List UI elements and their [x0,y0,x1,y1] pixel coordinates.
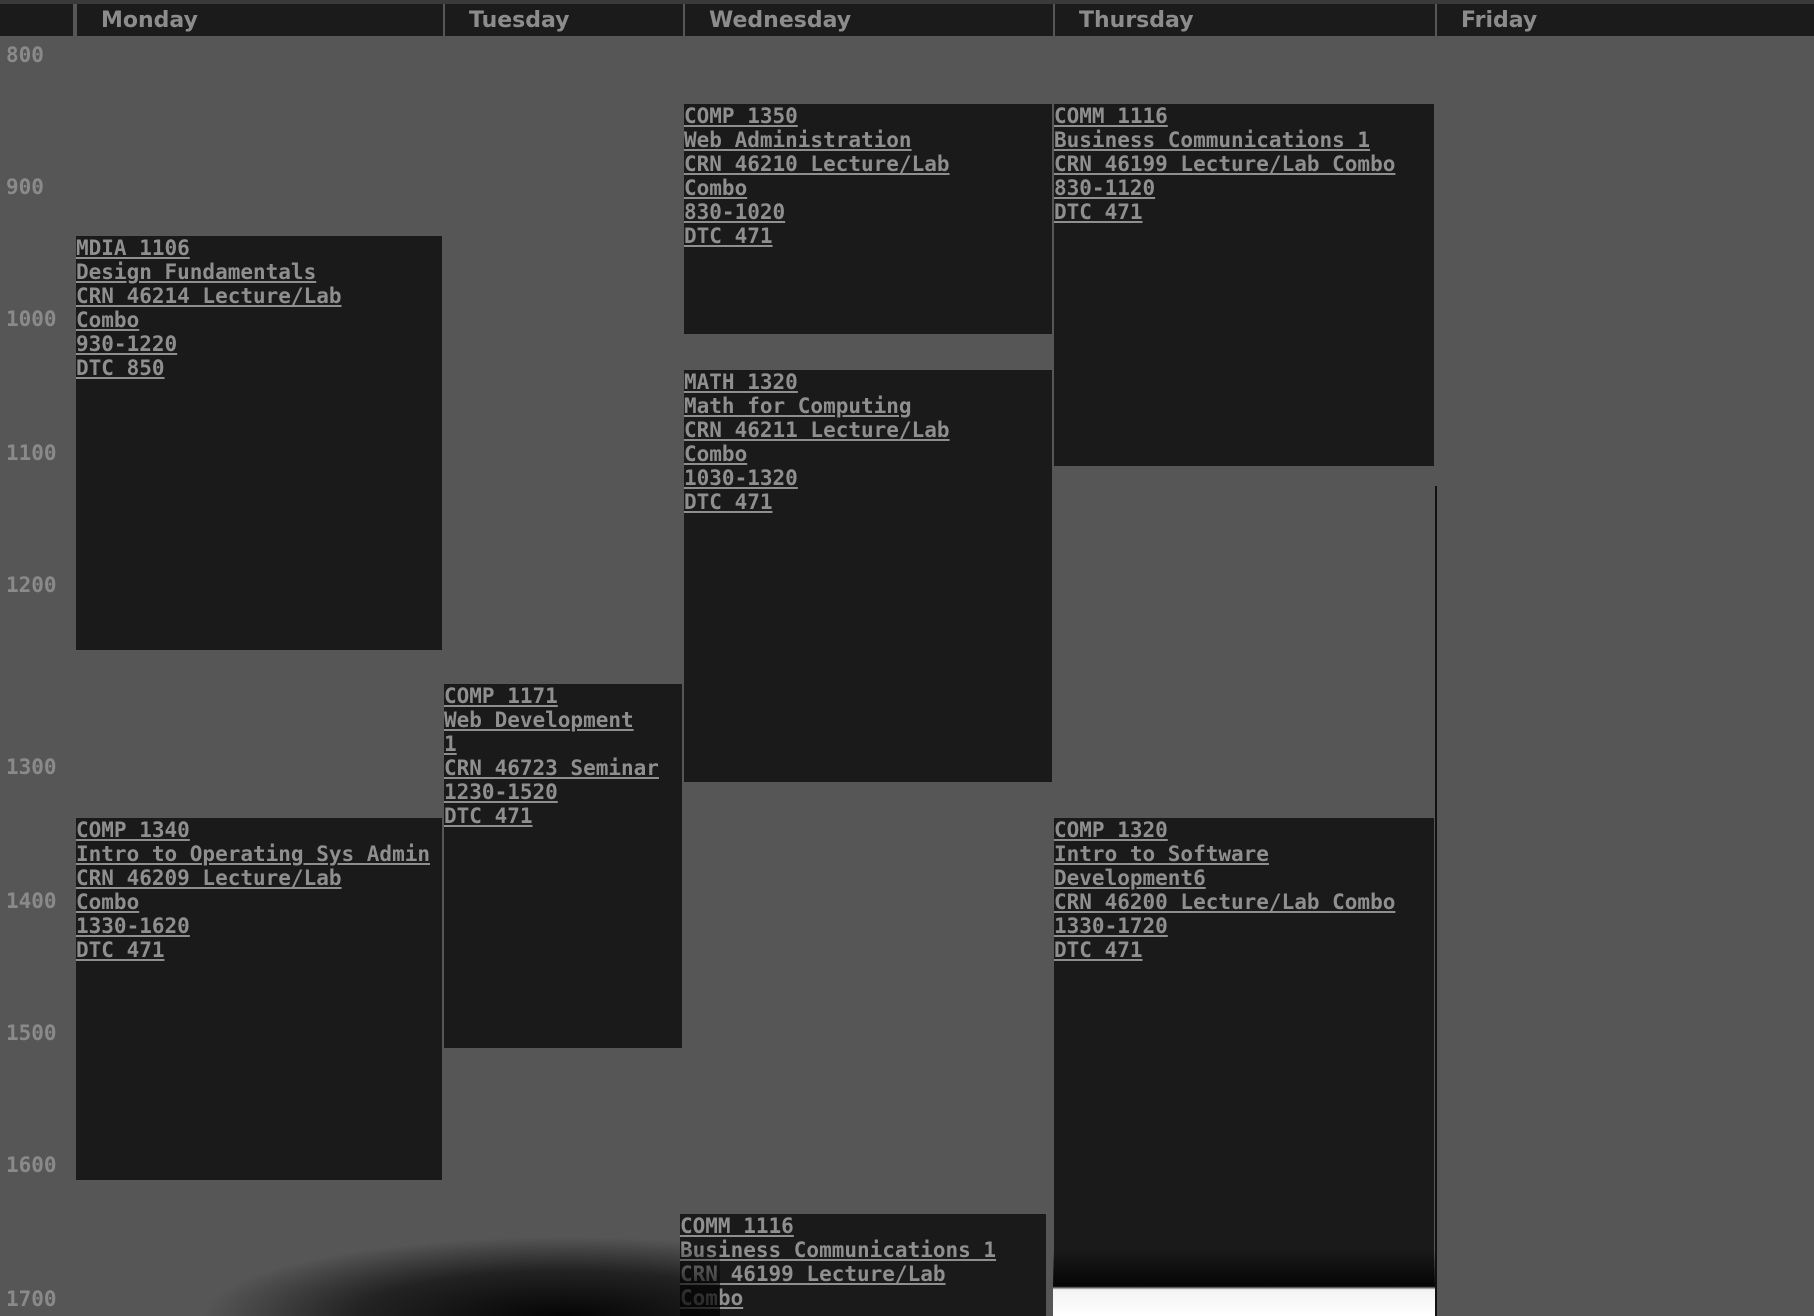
event-comp-1320[interactable]: COMP 1320 Intro to Software Development6… [1054,818,1434,1316]
event-time[interactable]: 830-1120 [1054,176,1434,200]
event-course-title[interactable]: Business Communications 1 [1054,128,1434,152]
event-room[interactable]: DTC 850 [76,356,442,380]
event-course-title-cont[interactable]: Development6 [1054,866,1434,890]
event-room[interactable]: DTC 471 [444,804,682,828]
time-column-header [0,4,75,36]
time-label-1100: 1100 [6,441,57,465]
event-time[interactable]: 830-1020 [684,200,1052,224]
event-course-code[interactable]: COMP 1171 [444,684,682,708]
event-course-code[interactable]: COMM 1116 [1054,104,1434,128]
event-course-code[interactable]: COMM 1116 [680,1214,1046,1238]
event-crn[interactable]: CRN 46199 Lecture/Lab [680,1262,1046,1286]
event-time[interactable]: 1330-1720 [1054,914,1434,938]
event-comp-1171[interactable]: COMP 1171 Web Development 1 CRN 46723 Se… [444,684,682,1048]
event-crn-cont[interactable]: Combo [76,890,442,914]
drag-shadow-overlay [200,1236,720,1316]
event-room[interactable]: DTC 471 [1054,200,1434,224]
event-course-title[interactable]: Design Fundamentals [76,260,442,284]
event-mdia-1106[interactable]: MDIA 1106 Design Fundamentals CRN 46214 … [76,236,442,650]
day-header-friday: Friday [1435,4,1814,36]
event-time[interactable]: 1330-1620 [76,914,442,938]
event-crn[interactable]: CRN 46210 Lecture/Lab [684,152,1052,176]
time-label-1500: 1500 [6,1021,57,1045]
time-label-1700: 1700 [6,1287,57,1311]
time-label-1400: 1400 [6,889,57,913]
event-course-code[interactable]: MDIA 1106 [76,236,442,260]
day-header-monday: Monday [75,4,443,36]
time-label-800: 800 [6,43,44,67]
time-label-1300: 1300 [6,755,57,779]
event-room[interactable]: DTC 471 [684,224,1052,248]
weekly-schedule-calendar: Monday Tuesday Wednesday Thursday Friday… [0,0,1814,1316]
event-comm-1116-thursday[interactable]: COMM 1116 Business Communications 1 CRN … [1054,104,1434,466]
event-course-title[interactable]: Business Communications 1 [680,1238,1046,1262]
event-course-title-cont[interactable]: 1 [444,732,682,756]
event-course-title[interactable]: Math for Computing [684,394,1052,418]
time-label-1000: 1000 [6,307,57,331]
event-comp-1350[interactable]: COMP 1350 Web Administration CRN 46210 L… [684,104,1052,334]
event-crn[interactable]: CRN 46209 Lecture/Lab [76,866,442,890]
event-math-1320[interactable]: MATH 1320 Math for Computing CRN 46211 L… [684,370,1052,782]
event-crn-cont[interactable]: Combo [684,442,1052,466]
friday-column-divider [1435,486,1437,1316]
time-label-900: 900 [6,175,44,199]
event-course-code[interactable]: COMP 1350 [684,104,1052,128]
event-course-title[interactable]: Web Administration [684,128,1052,152]
event-course-title[interactable]: Web Development [444,708,682,732]
day-header-thursday: Thursday [1053,4,1435,36]
event-comp-1340[interactable]: COMP 1340 Intro to Operating Sys Admin C… [76,818,442,1180]
event-crn-cont[interactable]: Combo [680,1286,1046,1310]
event-room[interactable]: DTC 471 [1054,938,1434,962]
event-crn-cont[interactable]: Combo [76,308,442,332]
day-header-tuesday: Tuesday [443,4,683,36]
event-course-code[interactable]: MATH 1320 [684,370,1052,394]
event-time[interactable]: 930-1220 [76,332,442,356]
bottom-fade-overlay [1053,1250,1435,1316]
event-crn[interactable]: CRN 46723 Seminar [444,756,682,780]
event-crn[interactable]: CRN 46214 Lecture/Lab [76,284,442,308]
event-crn[interactable]: CRN 46200 Lecture/Lab Combo [1054,890,1434,914]
time-label-1600: 1600 [6,1153,57,1177]
event-time[interactable]: 1030-1320 [684,466,1052,490]
time-label-1200: 1200 [6,573,57,597]
event-crn[interactable]: CRN 46211 Lecture/Lab [684,418,1052,442]
day-header-row: Monday Tuesday Wednesday Thursday Friday [0,0,1814,36]
event-room[interactable]: DTC 471 [76,938,442,962]
event-course-code[interactable]: COMP 1340 [76,818,442,842]
event-course-title[interactable]: Intro to Software [1054,842,1434,866]
event-crn[interactable]: CRN 46199 Lecture/Lab Combo [1054,152,1434,176]
event-course-code[interactable]: COMP 1320 [1054,818,1434,842]
event-time[interactable]: 1230-1520 [444,780,682,804]
event-course-title[interactable]: Intro to Operating Sys Admin [76,842,442,866]
event-crn-cont[interactable]: Combo [684,176,1052,200]
event-comm-1116-wednesday[interactable]: COMM 1116 Business Communications 1 CRN … [680,1214,1046,1316]
day-header-wednesday: Wednesday [683,4,1053,36]
event-room[interactable]: DTC 471 [684,490,1052,514]
